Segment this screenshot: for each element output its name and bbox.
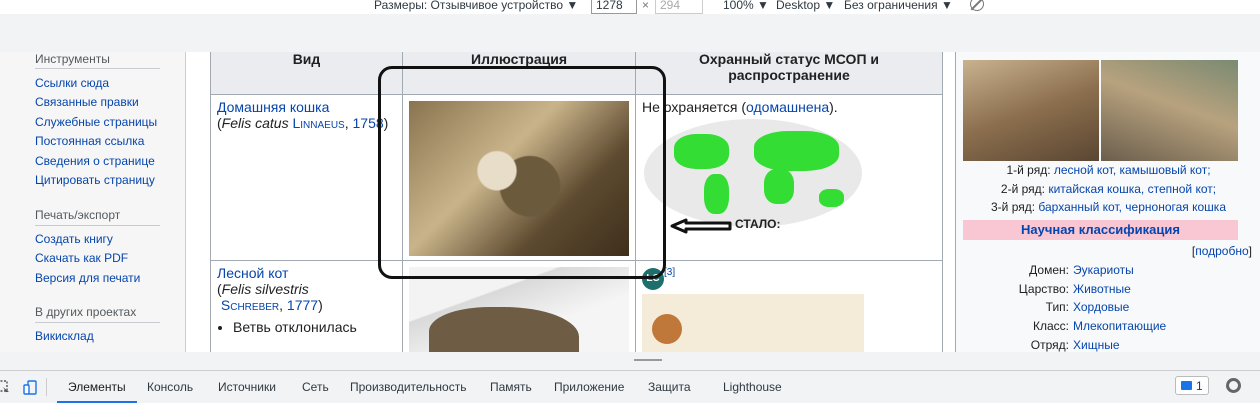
author-link[interactable]: Linnaeus	[292, 115, 344, 131]
sidebar: Инструменты Ссылки сюда Связанные правки…	[0, 52, 185, 352]
annotation-label: СТАЛО:	[735, 217, 781, 231]
dimensions-select[interactable]: Размеры: Отзывчивое устройство ▼	[374, 0, 578, 12]
species-link[interactable]: Лесной кот	[217, 265, 288, 281]
height-input[interactable]: 294	[655, 0, 703, 14]
cat-photo	[963, 60, 1099, 161]
tab-console[interactable]: Консоль	[147, 380, 193, 394]
year-link[interactable]: 1777	[287, 297, 318, 313]
taxon-link[interactable]: Млекопитающие	[1073, 319, 1166, 333]
sidebar-link[interactable]: Постоянная ссылка	[35, 134, 144, 148]
sidebar-link[interactable]: Версия для печати	[35, 271, 140, 285]
sidebar-link[interactable]: Создать книгу	[35, 232, 113, 246]
status-link[interactable]: одомашнена	[746, 99, 829, 115]
devtools-tabbar: Элементы Консоль Источники Сеть Производ…	[0, 370, 1260, 403]
caption-link[interactable]: барханный кот, черноногая кошка	[1038, 200, 1226, 214]
tab-sources[interactable]: Источники	[218, 380, 276, 394]
latin-name: Felis catus	[221, 115, 289, 131]
divider	[35, 225, 160, 226]
divider	[35, 322, 160, 323]
species-link[interactable]: Домашняя кошка	[217, 99, 329, 115]
viewport-gap	[0, 14, 1260, 52]
tab-memory[interactable]: Память	[490, 380, 532, 394]
device-type-select[interactable]: Desktop ▼	[776, 0, 835, 12]
column-header: Охранный статус МСОП и распространение	[635, 52, 943, 95]
list-item: Ветвь отклонилась	[233, 319, 396, 335]
sidebar-link[interactable]: Викисклад	[35, 329, 94, 343]
tab-performance[interactable]: Производительность	[350, 380, 466, 394]
tools-heading: Инструменты	[35, 52, 110, 66]
divider	[35, 68, 160, 69]
column-header: Вид	[210, 52, 403, 95]
reference-link[interactable]: [3]	[664, 267, 675, 278]
caption-line: 1-й ряд: лесной кот, камышовый кот;	[1006, 163, 1211, 177]
device-toolbar-toggle-icon[interactable]	[23, 380, 37, 396]
infobox: 1-й ряд: лесной кот, камышовый кот; 2-й …	[955, 52, 1260, 352]
inspect-element-icon[interactable]	[0, 380, 10, 394]
distribution-map[interactable]	[642, 119, 864, 229]
message-icon	[1181, 381, 1192, 390]
issues-count: 1	[1196, 379, 1203, 393]
sidebar-link[interactable]: Скачать как PDF	[35, 251, 128, 265]
tab-elements[interactable]: Элементы	[68, 380, 126, 394]
sidebar-link[interactable]: Связанные правки	[35, 95, 139, 109]
caption-link[interactable]: лесной кот, камышовый кот;	[1054, 163, 1211, 177]
tab-security[interactable]: Защита	[648, 380, 691, 394]
settings-gear-icon[interactable]	[1226, 378, 1241, 393]
divider	[46, 378, 47, 396]
taxon-link[interactable]: Хищные	[1073, 338, 1120, 352]
issues-button[interactable]: 1	[1175, 376, 1209, 395]
status-suffix: ).	[829, 99, 838, 115]
width-input[interactable]: 1278	[591, 0, 637, 14]
tab-network[interactable]: Сеть	[302, 380, 329, 394]
times-sign: ×	[642, 0, 650, 12]
sidebar-link[interactable]: Служебные страницы	[35, 115, 157, 129]
more-link[interactable]: подробно	[1195, 244, 1248, 258]
more-details: [подробно]	[1191, 244, 1252, 258]
annotation-arrow-icon	[670, 218, 732, 234]
taxon-link[interactable]: Животные	[1073, 282, 1131, 296]
taxon-link[interactable]: Хордовые	[1073, 300, 1129, 314]
drawer-resizer[interactable]	[0, 352, 1260, 370]
infobox-image[interactable]	[963, 60, 1238, 161]
rotate-icon[interactable]	[970, 0, 984, 11]
taxon-link[interactable]: Эукариоты	[1073, 263, 1134, 277]
species-image[interactable]	[409, 267, 629, 352]
throttle-select[interactable]: Без ограничения ▼	[844, 0, 953, 12]
sidebar-link[interactable]: Ссылки сюда	[35, 76, 109, 90]
zoom-select[interactable]: 100% ▼	[723, 0, 769, 12]
latin-name: Felis silvestris	[221, 281, 309, 297]
annotation-highlight-box	[378, 66, 666, 279]
caption-link[interactable]: китайская кошка, степной кот;	[1048, 182, 1216, 196]
device-toolbar: Размеры: Отзывчивое устройство ▼ 1278 × …	[0, 0, 1260, 14]
caption-line: 2-й ряд: китайская кошка, степной кот;	[1000, 182, 1217, 196]
sidebar-link[interactable]: Цитировать страницу	[35, 173, 155, 187]
sidebar-link[interactable]: Сведения о странице	[35, 154, 155, 168]
resize-grip-icon[interactable]	[634, 359, 662, 361]
distribution-map[interactable]	[642, 293, 864, 352]
tab-lighthouse[interactable]: Lighthouse	[723, 380, 782, 394]
projects-heading: В других проектах	[35, 305, 137, 319]
tab-application[interactable]: Приложение	[554, 380, 624, 394]
caption-line: 3-й ряд: барханный кот, черноногая кошка	[990, 200, 1226, 214]
classification-heading[interactable]: Научная классификация	[963, 220, 1238, 240]
print-heading: Печать/экспорт	[35, 208, 121, 222]
cat-photo	[1101, 60, 1238, 161]
author-link[interactable]: Schreber	[221, 297, 279, 313]
